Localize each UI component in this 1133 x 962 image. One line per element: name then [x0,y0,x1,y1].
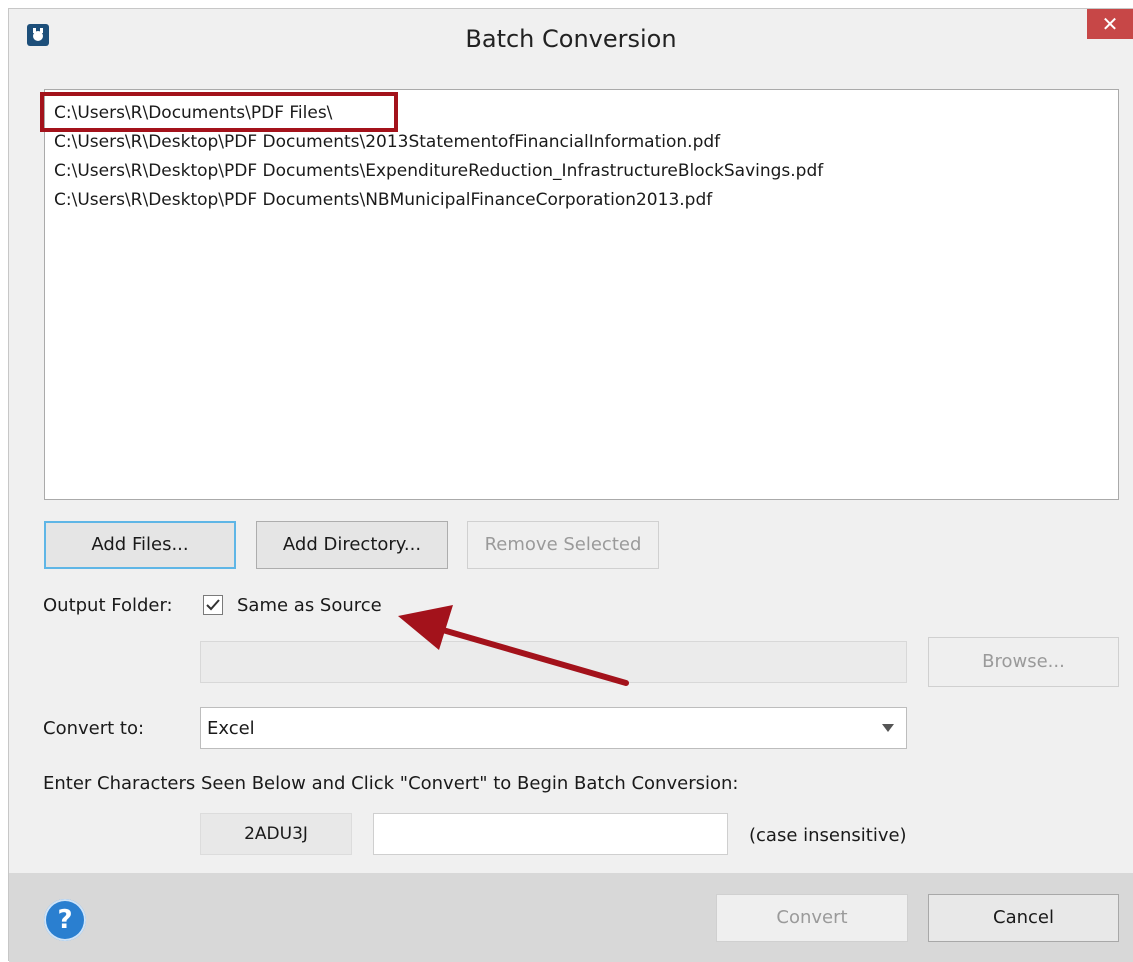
checkmark-icon [206,599,220,611]
dialog-footer: ? Convert Cancel [9,873,1133,962]
convert-button[interactable]: Convert [716,894,908,942]
window-title: Batch Conversion [465,25,677,53]
add-directory-button[interactable]: Add Directory... [256,521,448,569]
file-list-item[interactable]: C:\Users\R\Documents\PDF Files\ [40,92,1118,132]
captcha-code: 2ADU3J [200,813,352,855]
title-bar: Batch Conversion ✕ [9,9,1133,69]
captcha-instruction: Enter Characters Seen Below and Click "C… [43,773,739,794]
browse-button[interactable]: Browse... [928,637,1119,687]
file-path: C:\Users\R\Desktop\PDF Documents\2013Sta… [54,132,721,152]
close-button[interactable]: ✕ [1087,9,1133,39]
chevron-down-icon [882,724,894,732]
file-path: C:\Users\R\Desktop\PDF Documents\NBMunic… [54,190,713,210]
file-list[interactable]: C:\Users\R\Documents\PDF Files\ C:\Users… [40,89,1119,500]
same-as-source-checkbox[interactable] [203,595,223,615]
file-list-item[interactable]: C:\Users\R\Desktop\PDF Documents\Expendi… [54,157,1118,186]
file-path: C:\Users\R\Desktop\PDF Documents\Expendi… [54,161,824,181]
convert-to-select[interactable]: Excel [200,707,907,749]
batch-conversion-dialog: Batch Conversion ✕ C:\Users\R\Documents\… [8,8,1133,962]
convert-to-value: Excel [207,718,255,739]
remove-selected-button[interactable]: Remove Selected [467,521,659,569]
file-path: C:\Users\R\Documents\PDF Files\ [54,103,333,123]
output-folder-label: Output Folder: [43,595,173,616]
help-icon[interactable]: ? [44,899,86,941]
file-list-item[interactable]: C:\Users\R\Desktop\PDF Documents\2013Sta… [54,128,1118,157]
same-as-source-label[interactable]: Same as Source [237,595,382,616]
file-list-item[interactable]: C:\Users\R\Desktop\PDF Documents\NBMunic… [54,186,1118,215]
captcha-input[interactable] [373,813,728,855]
convert-to-label: Convert to: [43,718,145,739]
output-folder-path-input [200,641,907,683]
cancel-button[interactable]: Cancel [928,894,1119,942]
add-files-button[interactable]: Add Files... [44,521,236,569]
close-icon: ✕ [1101,12,1119,36]
case-insensitive-hint: (case insensitive) [749,825,907,846]
